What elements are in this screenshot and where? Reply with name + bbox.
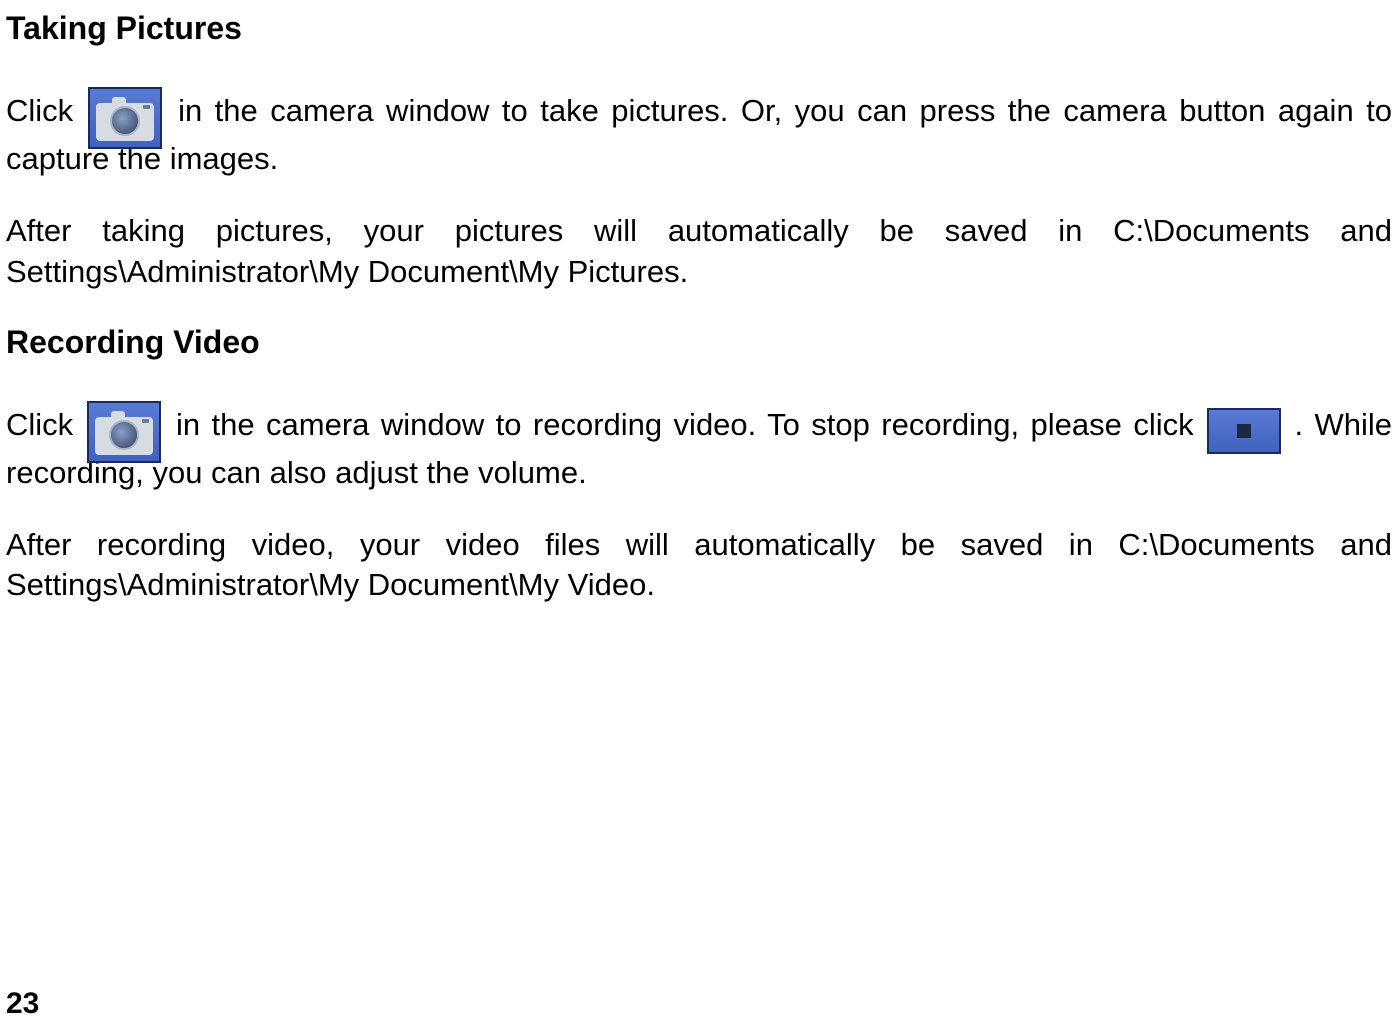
heading-recording-video: Recording Video xyxy=(6,324,1392,361)
content-area: Taking Pictures Click in the camera wind… xyxy=(0,0,1398,606)
heading-taking-pictures: Taking Pictures xyxy=(6,10,1392,47)
document-page: Taking Pictures Click in the camera wind… xyxy=(0,0,1398,1031)
stop-icon xyxy=(1207,408,1281,454)
paragraph-recording-video-2: After recording video, your video files … xyxy=(6,525,1392,606)
text-click-2: Click xyxy=(6,407,85,442)
text-taking-pictures-rest: in the camera window to take pictures. O… xyxy=(6,93,1392,176)
text-recording-mid: in the camera window to recording video.… xyxy=(176,407,1205,442)
camera-icon xyxy=(87,401,161,463)
camera-icon xyxy=(88,87,162,149)
paragraph-taking-pictures-2: After taking pictures, your pictures wil… xyxy=(6,211,1392,292)
page-number: 23 xyxy=(6,987,39,1021)
paragraph-recording-video-1: Click in the camera window to recording … xyxy=(6,401,1392,493)
text-click: Click xyxy=(6,93,86,128)
paragraph-taking-pictures-1: Click in the camera window to take pictu… xyxy=(6,87,1392,179)
